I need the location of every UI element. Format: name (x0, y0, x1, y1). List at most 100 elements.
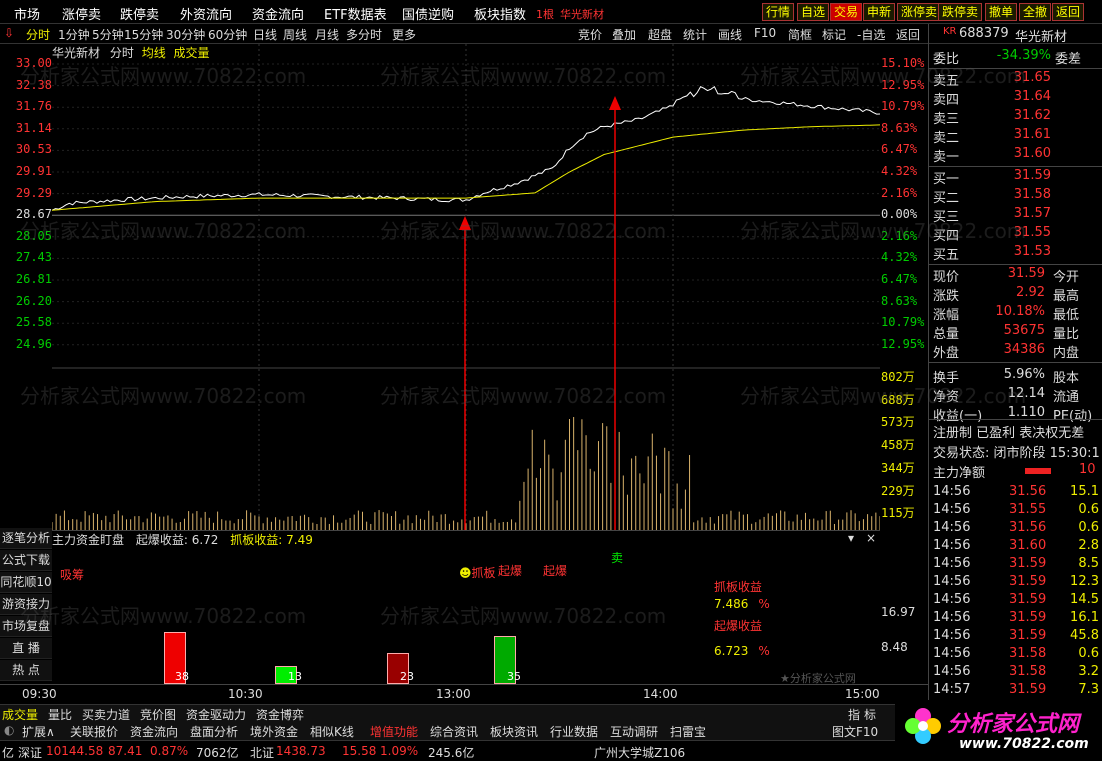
ind-tab-r0[interactable]: 指 (848, 706, 860, 723)
tool-5[interactable]: F10 (754, 26, 776, 40)
tf-0[interactable]: 分时 (26, 26, 50, 43)
tf-6[interactable]: 日线 (253, 26, 277, 43)
tool-2[interactable]: 超盘 (648, 26, 672, 43)
ind-tab-4[interactable]: 资金驱动力 (186, 706, 246, 723)
ext-tab-7[interactable]: 综合资讯 (430, 723, 478, 740)
close-icon[interactable]: × (866, 531, 876, 545)
side-btn-0[interactable]: 逐笔分析 (0, 528, 52, 549)
menu-item-4[interactable]: 资金流向 (252, 4, 304, 23)
top-button-6[interactable]: 撤单 (985, 3, 1018, 21)
tf-9[interactable]: 多分时 (346, 26, 382, 43)
ext-tab-9[interactable]: 行业数据 (550, 723, 598, 740)
menu-item-3[interactable]: 外资流向 (180, 4, 232, 23)
ask-row-2[interactable]: 卖三 31.62 (933, 108, 1101, 127)
top-button-1[interactable]: 自选 (797, 3, 830, 21)
flow-value: 10 (1079, 462, 1096, 477)
tool-0[interactable]: 竞价 (578, 26, 602, 43)
tool-3[interactable]: 统计 (683, 26, 707, 43)
tf-5[interactable]: 60分钟 (208, 26, 247, 43)
tool-9[interactable]: 返回 (896, 26, 920, 43)
top-button-7[interactable]: 全撤 (1019, 3, 1052, 21)
bid-price: 31.58 (1013, 187, 1051, 202)
side-btn-1[interactable]: 公式下载 (0, 550, 52, 571)
blast-value: 6.72 (191, 533, 219, 547)
menu-item-7[interactable]: 板块指数 (474, 4, 526, 23)
ext-tab-4[interactable]: 境外资金 (250, 723, 298, 740)
tick-volume: 0.6 (1078, 502, 1099, 517)
ind-tab-1[interactable]: 量比 (48, 706, 72, 723)
price-tick-right-2: 10.79% (881, 99, 925, 114)
ext-tab-11[interactable]: 扫雷宝 (670, 723, 706, 740)
tf-4[interactable]: 30分钟 (166, 26, 205, 43)
ext-tab-1[interactable]: 关联报价 (70, 723, 118, 740)
annotation-blast2: 起爆 (543, 564, 568, 578)
top-button-2[interactable]: 交易 (830, 3, 863, 21)
top-button-8[interactable]: 返回 (1052, 3, 1085, 21)
ext-tab-5[interactable]: 相似K线 (310, 723, 354, 740)
top-button-3[interactable]: 申新 (863, 3, 896, 21)
price-tick-right-1: 12.95% (881, 77, 925, 92)
price-tick-left-7: 28.67 (15, 207, 52, 222)
ext-tab-6[interactable]: 增值功能 (370, 723, 418, 740)
side-btn-3[interactable]: 游资接力 (0, 594, 52, 615)
side-btn-5[interactable]: 直 播 (0, 638, 52, 659)
collapse-icon[interactable]: ▾ (848, 531, 854, 545)
indicator-tabs: 成交量 量比 买卖力道 竞价图 资金驱动力 资金博弈 指标 (0, 704, 928, 722)
tf-2[interactable]: 5分钟 (92, 26, 124, 43)
ext-tab-3[interactable]: 盘面分析 (190, 723, 238, 740)
ind-tab-2[interactable]: 买卖力道 (82, 706, 130, 723)
bid-row-4[interactable]: 买五 31.53 (933, 244, 1101, 263)
tf-7[interactable]: 周线 (283, 26, 307, 43)
wb-value: -34.39% (996, 48, 1051, 63)
ind-tab-0[interactable]: 成交量 (2, 706, 38, 723)
top-button-0[interactable]: 行情 (762, 3, 795, 21)
tool-7[interactable]: 标记 (822, 26, 846, 43)
tool-6[interactable]: 简框 (788, 26, 812, 43)
bid-row-2[interactable]: 买三 31.57 (933, 206, 1101, 225)
tf-8[interactable]: 月线 (315, 26, 339, 43)
ext-tab-8[interactable]: 板块资讯 (490, 723, 538, 740)
top-button-5[interactable]: 跌停卖 (938, 3, 983, 21)
stat-right: 最高 (1053, 289, 1080, 304)
ext-tab-2[interactable]: 资金流向 (130, 723, 178, 740)
menu-item-6[interactable]: 国债逆购 (402, 4, 454, 23)
bid-row-3[interactable]: 买四 31.55 (933, 225, 1101, 244)
ext-tab-10[interactable]: 互动调研 (610, 723, 658, 740)
tool-4[interactable]: 画线 (718, 26, 742, 43)
ind-tab-3[interactable]: 竞价图 (140, 706, 176, 723)
sub-bar-2: 23 (387, 652, 414, 684)
status-f: 7062亿 (196, 746, 239, 760)
stat-row-1: 涨跌 2.92 最高 (933, 285, 1101, 304)
absorb-label: 吸筹 (60, 568, 85, 582)
ask-row-3[interactable]: 卖二 31.61 (933, 127, 1101, 146)
tick-price: 31.59 (1009, 628, 1047, 643)
tf-3[interactable]: 15分钟 (124, 26, 163, 43)
stat-row-2: 涨幅 10.18% 最低 (933, 304, 1101, 323)
bid-row-1[interactable]: 买二 31.58 (933, 187, 1101, 206)
f10-button[interactable]: 图文F10 (832, 723, 878, 740)
bid-row-0[interactable]: 买一 31.59 (933, 168, 1101, 187)
divider (929, 362, 1102, 363)
side-btn-6[interactable]: 热 点 (0, 660, 52, 681)
side-btn-2[interactable]: 同花顺10 (0, 572, 52, 593)
ask-row-0[interactable]: 卖五 31.65 (933, 70, 1101, 89)
ask-row-4[interactable]: 卖一 31.60 (933, 146, 1101, 165)
tool-8[interactable]: -自选 (857, 26, 885, 43)
tf-1[interactable]: 1分钟 (58, 26, 90, 43)
tool-1[interactable]: 叠加 (612, 26, 636, 43)
ask-row-1[interactable]: 卖四 31.64 (933, 89, 1101, 108)
menu-item-5[interactable]: ETF数据表 (324, 4, 387, 23)
menu-item-2[interactable]: 跌停卖 (120, 4, 159, 23)
toolbar-arrow-icon[interactable]: ⇩ (4, 26, 14, 40)
ind-tab-5[interactable]: 资金博弈 (256, 706, 304, 723)
ext-tab-0[interactable]: 扩展∧ (22, 723, 55, 740)
side-btn-4[interactable]: 市场复盘 (0, 616, 52, 637)
tf-10[interactable]: 更多 (392, 26, 416, 43)
top-button-4[interactable]: 涨停卖 (897, 3, 942, 21)
bid-price: 31.57 (1013, 206, 1051, 221)
menu-item-1[interactable]: 涨停卖 (62, 4, 101, 23)
menu-item-0[interactable]: 市场 (14, 4, 40, 23)
toggle-icon[interactable]: ◐ (4, 723, 14, 737)
ind-tab-r1[interactable]: 标 (864, 706, 876, 723)
main-chart (52, 44, 880, 530)
